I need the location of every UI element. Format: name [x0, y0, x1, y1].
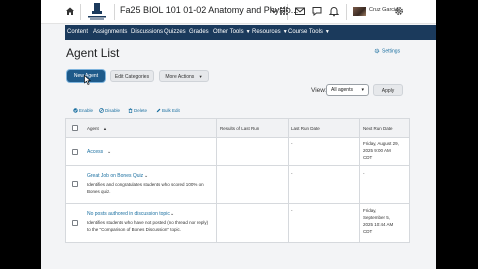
- row-checkbox[interactable]: [72, 181, 78, 187]
- enable-action[interactable]: Enable: [73, 108, 94, 114]
- nav-item-label: Course Tools: [288, 29, 323, 35]
- nav-item-other-tools[interactable]: Other Tools ▼: [213, 29, 251, 35]
- gear-icon[interactable]: [393, 5, 405, 17]
- mail-icon[interactable]: [294, 5, 306, 17]
- column-divider: [216, 119, 217, 242]
- next-run-cell: Friday, August 29, 2025 9:00 AM CDT: [363, 141, 399, 160]
- results-column-header: Results of Last Run: [220, 126, 260, 131]
- chevron-down-icon: ▼: [282, 29, 288, 35]
- chat-icon[interactable]: [311, 5, 323, 17]
- nav-item-content[interactable]: Content: [67, 29, 88, 35]
- nav-item-label: Quizzes: [164, 29, 186, 35]
- view-label: View:: [311, 87, 327, 94]
- nav-item-quizzes[interactable]: Quizzes: [164, 29, 186, 35]
- row-divider: [66, 165, 409, 166]
- nav-item-label: Other Tools: [213, 29, 244, 35]
- row-checkbox[interactable]: [72, 220, 78, 226]
- grid-icon[interactable]: [278, 5, 290, 17]
- last-run-cell: -: [291, 141, 293, 146]
- nav-item-label: Discussions: [131, 29, 164, 35]
- delete-label: Delete: [134, 108, 148, 113]
- agent-table: Agent ▲ Results of Last Run Last Run Dat…: [65, 118, 410, 243]
- chevron-down-icon[interactable]: [270, 8, 278, 14]
- sort-ascending-icon: ▲: [103, 126, 107, 131]
- pencil-icon: [156, 108, 161, 113]
- disable-label: Disable: [105, 108, 121, 113]
- course-navbar: Content Assignments Discussions Quizzes …: [65, 25, 436, 40]
- view-select[interactable]: All agents ▾: [326, 84, 369, 96]
- settings-link[interactable]: Settings: [374, 48, 400, 54]
- trash-icon: [128, 108, 133, 114]
- agent-link-access[interactable]: Access: [87, 149, 103, 155]
- view-selected-value: All agents: [331, 87, 353, 93]
- row-divider: [66, 203, 409, 204]
- nav-item-label: Resources: [252, 29, 281, 35]
- bulk-edit-label: Bulk Edit: [162, 108, 180, 113]
- divider: [346, 4, 347, 20]
- chevron-down-icon[interactable]: ⌄: [170, 211, 174, 217]
- divider: [80, 4, 81, 20]
- enable-label: Enable: [79, 108, 94, 113]
- page-title: Agent List: [66, 46, 120, 60]
- delete-action[interactable]: Delete: [128, 108, 148, 114]
- home-icon[interactable]: [65, 6, 75, 16]
- nav-item-label: Assignments: [93, 29, 128, 35]
- agent-header-label: Agent: [87, 126, 99, 131]
- check-circle-icon: [73, 108, 78, 114]
- mouse-cursor-icon: [84, 75, 91, 85]
- next-run-cell: -: [363, 171, 365, 176]
- browser-frame: Fa25 BIOL 101 01-02 Anatomy and Physio..…: [41, 0, 436, 269]
- more-actions-button[interactable]: More Actions ▼: [159, 70, 209, 82]
- bell-icon[interactable]: [328, 5, 340, 17]
- bulk-edit-action[interactable]: Bulk Edit: [156, 108, 180, 113]
- last-run-column-header: Last Run Date: [291, 126, 320, 131]
- nav-item-course-tools[interactable]: Course Tools ▼: [288, 29, 330, 35]
- chevron-down-icon: ▾: [361, 87, 364, 93]
- next-run-cell: Friday, September 5, 2025 10:44 AM CDT: [363, 208, 394, 234]
- row-checkbox[interactable]: [72, 149, 78, 155]
- chevron-down-icon: ▼: [324, 29, 330, 35]
- settings-label: Settings: [382, 48, 401, 55]
- nav-item-assignments[interactable]: Assignments: [93, 29, 127, 35]
- agent-link-no-posts[interactable]: No posts authored in discussion topic: [87, 211, 170, 217]
- avatar[interactable]: [353, 7, 366, 16]
- apply-button[interactable]: Apply: [373, 84, 403, 96]
- agent-link-great-job[interactable]: Great Job on Bones Quiz: [87, 173, 143, 179]
- top-bar: Fa25 BIOL 101 01-02 Anatomy and Physio..…: [41, 0, 436, 24]
- divider: [114, 4, 115, 20]
- nav-item-label: Grades: [189, 29, 209, 35]
- last-run-cell: -: [291, 171, 293, 176]
- select-all-checkbox[interactable]: [72, 125, 78, 131]
- last-run-cell: -: [291, 208, 293, 213]
- nav-item-discussions[interactable]: Discussions: [131, 29, 163, 35]
- university-logo[interactable]: [85, 2, 109, 22]
- agent-column-header[interactable]: Agent ▲: [87, 126, 107, 131]
- chevron-down-icon: ▼: [198, 74, 203, 79]
- more-actions-label: More Actions: [165, 74, 195, 80]
- disable-icon: [99, 108, 104, 114]
- column-divider: [288, 119, 289, 242]
- nav-item-grades[interactable]: Grades: [189, 29, 209, 35]
- nav-item-label: Content: [67, 29, 89, 35]
- agent-description: Identifies and congratulates students wh…: [87, 182, 204, 194]
- chevron-down-icon: ▼: [245, 29, 251, 35]
- column-divider: [359, 119, 360, 242]
- edit-categories-button[interactable]: Edit Categories: [110, 70, 154, 82]
- chevron-down-icon[interactable]: ⌄: [144, 173, 148, 179]
- gear-icon: [374, 48, 380, 54]
- disable-action[interactable]: Disable: [99, 108, 121, 114]
- chevron-down-icon[interactable]: ⌄: [107, 149, 111, 155]
- next-run-column-header: Next Run Date: [363, 126, 393, 131]
- nav-item-resources[interactable]: Resources ▼: [252, 29, 288, 35]
- agent-description: Identifies students who have not posted …: [87, 220, 209, 232]
